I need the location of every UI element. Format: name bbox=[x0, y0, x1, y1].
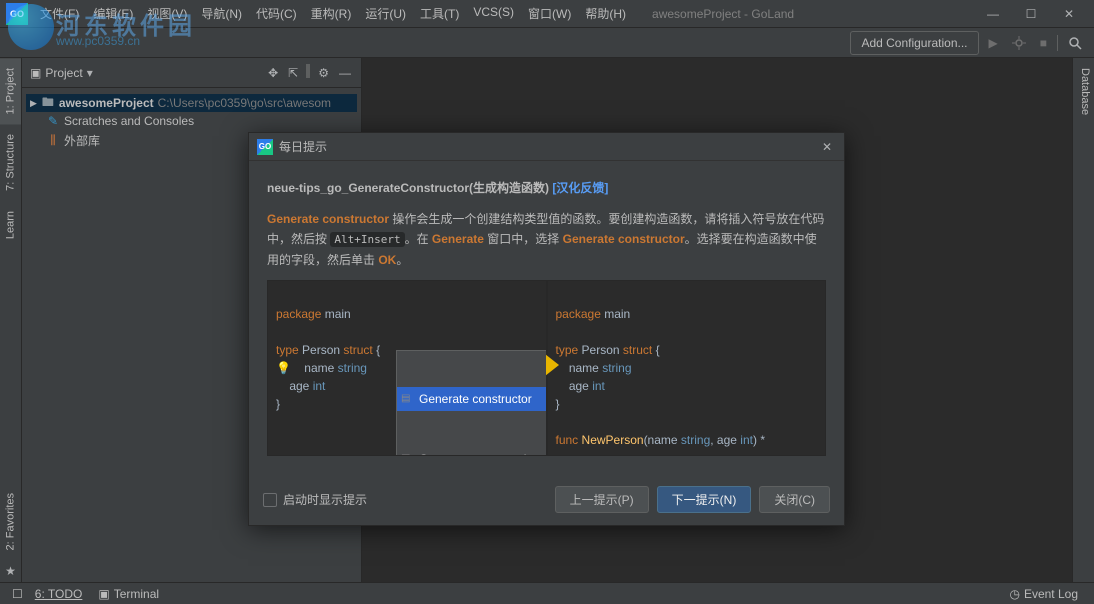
wand-icon: ▤ bbox=[401, 451, 410, 456]
tip-heading: neue-tips_go_GenerateConstructor(生成构造函数)… bbox=[267, 175, 826, 199]
menu-run[interactable]: 运行(U) bbox=[359, 1, 412, 26]
next-tip-button[interactable]: 下一提示(N) bbox=[657, 486, 752, 513]
collapse-all-icon[interactable]: ⇱ bbox=[286, 64, 300, 82]
project-root-path: C:\Users\pc0359\go\src\awesom bbox=[158, 96, 331, 110]
close-tip-button[interactable]: 关闭(C) bbox=[759, 486, 830, 513]
menu-file[interactable]: 文件(F) bbox=[34, 1, 85, 26]
title-bar: GO 文件(F) 编辑(E) 视图(V) 导航(N) 代码(C) 重构(R) 运… bbox=[0, 0, 1094, 28]
dialog-title-text: 每日提示 bbox=[279, 138, 327, 155]
left-tool-stripe: 1: Project 7: Structure Learn 2: Favorit… bbox=[0, 58, 22, 582]
locate-icon[interactable]: ✥ bbox=[266, 64, 280, 82]
folder-icon: 🖿 bbox=[41, 96, 55, 110]
minimize-button[interactable]: — bbox=[978, 4, 1008, 24]
app-logo: GO bbox=[6, 3, 28, 25]
wand-icon: ▤ bbox=[401, 391, 410, 406]
expand-icon[interactable]: ▶ bbox=[30, 98, 37, 109]
project-root-name: awesomeProject bbox=[59, 96, 154, 110]
generate-popup-menu: ▤Generate constructor ▤Generate getter a… bbox=[396, 350, 547, 456]
scratches-icon: ✎ bbox=[46, 114, 60, 128]
status-terminal[interactable]: ▣Terminal bbox=[90, 587, 167, 601]
menu-help[interactable]: 帮助(H) bbox=[579, 1, 632, 26]
menu-navigate[interactable]: 导航(N) bbox=[195, 1, 248, 26]
tab-database[interactable]: Database bbox=[1073, 58, 1094, 125]
prev-tip-button[interactable]: 上一提示(P) bbox=[555, 486, 649, 513]
tab-project[interactable]: 1: Project bbox=[0, 58, 21, 124]
status-bar: ☐ 6: TODO ▣Terminal ◷Event Log bbox=[0, 582, 1094, 604]
tip-of-day-dialog: GO 每日提示 ✕ neue-tips_go_GenerateConstruct… bbox=[248, 132, 845, 526]
status-todo[interactable]: 6: TODO bbox=[27, 587, 91, 601]
menu-window[interactable]: 窗口(W) bbox=[522, 1, 577, 26]
menu-code[interactable]: 代码(C) bbox=[250, 1, 303, 26]
popup-generate-getset[interactable]: ▤Generate getter and setter▸ bbox=[397, 447, 547, 456]
run-icon[interactable]: ▶ bbox=[985, 34, 1002, 52]
show-tips-label: 启动时显示提示 bbox=[283, 491, 367, 508]
menu-edit[interactable]: 编辑(E) bbox=[87, 1, 139, 26]
search-everywhere-icon[interactable] bbox=[1064, 34, 1086, 52]
code-after: package main type Person struct { name s… bbox=[547, 280, 827, 456]
tip-description: Generate constructor 操作会生成一个创建结构类型值的函数。要… bbox=[267, 209, 826, 270]
tree-scratches-item[interactable]: ✎ Scratches and Consoles bbox=[26, 112, 357, 130]
library-icon: ⫼ bbox=[46, 134, 60, 148]
stop-icon[interactable]: ■ bbox=[1036, 34, 1051, 52]
code-comparison: package main type Person struct { 💡 name… bbox=[267, 280, 826, 456]
popup-generate-constructor[interactable]: ▤Generate constructor bbox=[397, 387, 547, 411]
debug-icon[interactable] bbox=[1008, 34, 1030, 52]
right-tool-stripe: Database bbox=[1072, 58, 1094, 582]
dialog-logo-icon: GO bbox=[257, 139, 273, 155]
menu-view[interactable]: 视图(V) bbox=[141, 1, 193, 26]
panel-title-text: Project bbox=[45, 66, 82, 80]
hide-icon[interactable]: — bbox=[337, 64, 353, 82]
feedback-link[interactable]: [汉化反馈] bbox=[552, 181, 608, 195]
panel-collapse-icon[interactable]: ▣ bbox=[30, 66, 41, 80]
dialog-close-button[interactable]: ✕ bbox=[818, 138, 836, 156]
tool-windows-icon[interactable]: ☐ bbox=[8, 587, 27, 601]
status-event-log[interactable]: ◷Event Log bbox=[1001, 587, 1086, 601]
tab-structure[interactable]: 7: Structure bbox=[0, 124, 21, 201]
menu-tools[interactable]: 工具(T) bbox=[414, 1, 465, 26]
window-title: awesomeProject - GoLand bbox=[652, 7, 978, 21]
code-before: package main type Person struct { 💡 name… bbox=[267, 280, 547, 456]
terminal-icon: ▣ bbox=[98, 587, 109, 601]
add-configuration-button[interactable]: Add Configuration... bbox=[850, 31, 978, 55]
close-button[interactable]: ✕ bbox=[1054, 4, 1084, 24]
tab-learn[interactable]: Learn bbox=[0, 201, 21, 249]
menu-vcs[interactable]: VCS(S) bbox=[467, 1, 520, 26]
tree-root-item[interactable]: ▶ 🖿 awesomeProject C:\Users\pc0359\go\sr… bbox=[26, 94, 357, 112]
menu-refactor[interactable]: 重构(R) bbox=[305, 1, 358, 26]
panel-dropdown-icon[interactable]: ▾ bbox=[87, 66, 93, 80]
navigation-toolbar: Add Configuration... ▶ ■ bbox=[0, 28, 1094, 58]
show-tips-checkbox[interactable] bbox=[263, 493, 277, 507]
maximize-button[interactable]: ☐ bbox=[1016, 4, 1046, 24]
main-menu: 文件(F) 编辑(E) 视图(V) 导航(N) 代码(C) 重构(R) 运行(U… bbox=[34, 1, 632, 26]
event-log-icon: ◷ bbox=[1009, 587, 1019, 601]
intention-bulb-icon: 💡 bbox=[276, 361, 291, 375]
tab-favorites[interactable]: 2: Favorites bbox=[0, 483, 21, 560]
gear-icon[interactable]: ⚙ bbox=[316, 64, 331, 82]
star-icon[interactable]: ★ bbox=[0, 560, 21, 582]
